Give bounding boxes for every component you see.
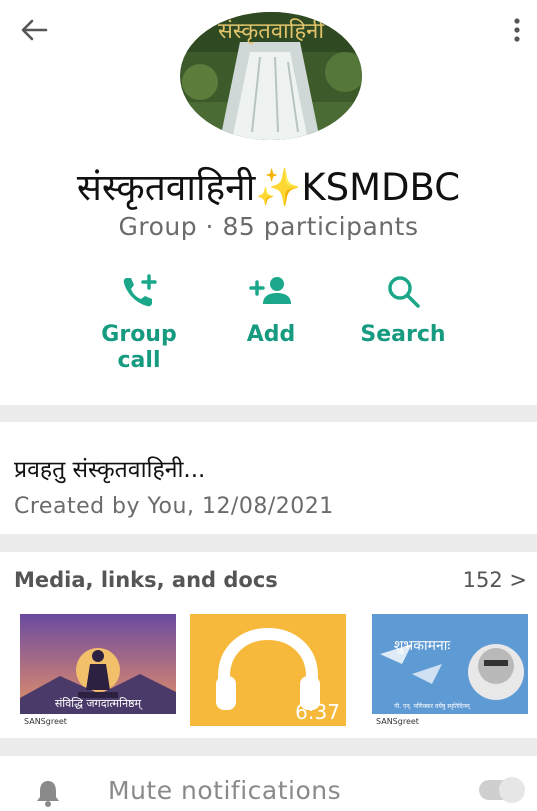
mute-notifications-label: Mute notifications (108, 776, 342, 805)
group-avatar[interactable]: संस्कृतवाहिनी (180, 12, 362, 140)
section-divider (0, 738, 537, 756)
thumbnail-brand: SANSgreet (24, 717, 67, 726)
media-thumbnail-image[interactable]: संविद्धि जगदात्मनिष्ठम् SANSgreet (20, 614, 176, 726)
group-name: संस्कृतवाहिनी✨KSMDBC (76, 166, 461, 209)
back-arrow-icon[interactable] (18, 14, 50, 46)
person-add-icon (249, 277, 291, 304)
group-call-button[interactable]: Group call (74, 270, 204, 374)
avatar-caption: संस्कृतवाहिनी (218, 18, 324, 44)
thumbnail-brand: SANSgreet (376, 717, 419, 726)
search-button[interactable]: Search (338, 270, 468, 348)
created-by-text: Created by You, 12/08/2021 (14, 494, 334, 519)
group-participants: Group · 85 participants (118, 212, 419, 241)
search-label: Search (360, 322, 446, 347)
section-divider (0, 534, 537, 552)
more-options-icon[interactable] (507, 14, 527, 46)
media-heading[interactable]: Media, links, and docs (14, 568, 278, 592)
media-thumbnail-image[interactable]: शुभकामनाः पी. एन्. पणिक्कर वर्येषु स्मृत… (372, 614, 528, 726)
phone-add-icon (123, 274, 157, 307)
group-header: संस्कृतवाहिनी संस्कृतवाहिनी✨KSMDBC Group… (0, 0, 537, 405)
mute-notifications-row[interactable]: Mute notifications (0, 756, 537, 811)
search-icon (388, 276, 420, 308)
add-participant-button[interactable]: Add (206, 270, 336, 348)
description-text: प्रवहतु संस्कृतवाहिनी... (14, 457, 206, 483)
media-count[interactable]: 152 > (463, 568, 527, 592)
section-divider (0, 405, 537, 422)
thumbnail-subcaption: पी. एन्. पणिक्कर वर्येषु स्मृतिदिनम् (394, 702, 471, 710)
media-thumbnail-audio[interactable]: 6:37 (190, 614, 346, 726)
group-description[interactable]: प्रवहतु संस्कृतवाहिनी... Created by You,… (0, 422, 537, 534)
audio-duration: 6:37 (295, 700, 340, 724)
group-call-label: Group call (101, 322, 177, 373)
bell-icon (37, 781, 59, 807)
thumbnail-caption: शुभकामनाः (394, 638, 452, 654)
mute-toggle[interactable] (479, 777, 525, 803)
toggle-knob (499, 777, 525, 803)
add-label: Add (246, 322, 296, 347)
media-section: Media, links, and docs 152 > संविद्धि जग… (0, 552, 537, 738)
thumbnail-caption: संविद्धि जगदात्मनिष्ठम् (55, 697, 143, 710)
